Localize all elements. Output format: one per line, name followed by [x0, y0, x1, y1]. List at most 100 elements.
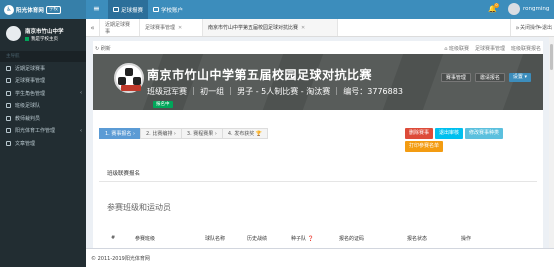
person-icon	[6, 115, 11, 121]
signup-table-header: # 参赛班级 球队名称 历史战绩 种子队 ❓ 报名的证码 报名状态 操作	[107, 235, 527, 244]
step-results[interactable]: 3. 赛程赛果 ›	[180, 128, 223, 139]
grid-icon	[6, 128, 11, 134]
home-icon	[153, 7, 160, 12]
close-icon[interactable]: ✕	[301, 25, 305, 31]
exit-review-button[interactable]: 退出审核	[435, 128, 464, 139]
event-title: 南京市竹山中学第五届校园足球对抗比赛	[147, 68, 373, 82]
sidebar-item-class-teams[interactable]: 班级足球队	[0, 100, 86, 113]
column-header: #	[111, 235, 116, 241]
page-content: ↻ 刷新 ⌂ 班级联赛 足球赛事管理 班级联赛报名 南京市竹山中学第五届校园足球…	[93, 41, 543, 248]
exit-button[interactable]: ↪ 退出	[538, 19, 554, 36]
sidebar-item-label: 学生角色管理	[15, 90, 46, 97]
step-awards[interactable]: 4. 发布获奖 🏆	[221, 128, 269, 139]
delete-event-button[interactable]: 删除赛事	[405, 128, 434, 139]
workflow-steps: 1. 赛事报名 › 2. 比赛编排 › 3. 赛程赛果 › 4. 发布获奖 🏆	[99, 128, 269, 139]
sidebar-item-label: 阳光体育工作管理	[15, 128, 56, 135]
sidebar-item-articles[interactable]: 文章管理	[0, 137, 86, 150]
sidebar-item-sunshine-sports[interactable]: 阳光体育工作管理 ‹	[0, 125, 86, 138]
event-actions: 删除赛事 退出审核 修改赛事种类 打印参赛名单	[405, 128, 535, 152]
column-header: 球队名称	[205, 236, 226, 242]
status-dot-icon	[25, 37, 29, 41]
section-title: 班级联赛报名	[107, 171, 141, 177]
event-subtitle: 班级冠军赛 ｜ 初一组 ｜ 男子 - 5人制比赛 - 淘汰赛 ｜ 编号：3776…	[147, 87, 403, 96]
user-name[interactable]: rongming	[523, 6, 549, 12]
menu-toggle-icon[interactable]: ≡	[93, 4, 100, 14]
column-header: 操作	[461, 236, 472, 242]
settings-dropdown-button[interactable]: 设置 ▾	[508, 73, 531, 82]
flag-icon	[6, 140, 11, 146]
sidebar-item-referees[interactable]: 教师裁判员	[0, 112, 86, 125]
user-icon	[6, 90, 11, 96]
refresh-button[interactable]: ↻ 刷新	[95, 45, 111, 52]
brand-logo[interactable]: ♿ 阳光体育网 学校	[0, 0, 86, 19]
section-subtitle: 参赛班级和运动员	[107, 203, 171, 212]
tab-event-management[interactable]: 足球赛事管理 ✕	[140, 19, 203, 36]
sidebar-item-label: 班级足球队	[15, 103, 41, 110]
footer: © 2011-2019阳光体育网	[86, 248, 554, 267]
sidebar-user-panel: 南京市竹山中学 我是学校主页	[0, 19, 86, 51]
refresh-label: 刷新	[100, 46, 111, 52]
banner-actions: 赛事管理 邀请报名 设置 ▾	[440, 73, 531, 82]
logo-text: 阳光体育网	[16, 7, 45, 14]
column-header: 报名的证码	[339, 236, 365, 242]
tab-current-event[interactable]: 南京市竹山中学第五届校园足球对抗比赛 ✕	[203, 19, 338, 36]
sidebar-item-recent-events[interactable]: 近期足球赛事	[0, 62, 86, 75]
banner-decoration	[382, 54, 444, 110]
page-header: ↻ 刷新 ⌂ 班级联赛 足球赛事管理 班级联赛报名	[93, 41, 543, 54]
column-header: 种子队 ❓	[291, 236, 314, 242]
sidebar-item-label: 文章管理	[15, 140, 36, 147]
sidebar-item-event-management[interactable]: 足球赛事管理	[0, 75, 86, 88]
exit-label: 退出	[541, 25, 552, 31]
sidebar-item-label: 近期足球赛事	[15, 65, 46, 72]
banner-decoration	[502, 54, 543, 110]
step-signup[interactable]: 1. 赛事报名 ›	[99, 128, 141, 139]
school-avatar	[6, 26, 21, 41]
breadcrumb: ⌂ 班级联赛 足球赛事管理 班级联赛报名	[444, 45, 541, 52]
nav-school-account[interactable]: 学校账户	[148, 0, 188, 19]
copyright-text: © 2011-2019阳光体育网	[91, 256, 150, 262]
column-header: 报名状态	[407, 236, 428, 242]
breadcrumb-class-league[interactable]: ⌂ 班级联赛	[444, 45, 469, 52]
sidebar-item-student-roles[interactable]: 学生角色管理 ‹	[0, 87, 86, 100]
flag-icon	[113, 7, 119, 12]
nav-football-events[interactable]: 足球报赛	[108, 0, 149, 19]
column-header: 参赛班级	[135, 236, 156, 242]
top-nav: 足球报赛 学校账户	[108, 0, 188, 19]
tab-label: 足球赛事管理	[145, 25, 176, 31]
sidebar-item-label: 足球赛事管理	[15, 78, 46, 85]
school-name: 南京市竹山中学	[25, 29, 64, 35]
status-badge: 报名中	[153, 101, 173, 108]
tab-recent-events[interactable]: 近期足球赛事	[100, 19, 140, 36]
change-event-type-button[interactable]: 修改赛事种类	[465, 128, 504, 139]
school-status: 我是学校主页	[25, 36, 58, 42]
sidebar-item-label: 教师裁判员	[15, 115, 41, 122]
close-icon[interactable]: ✕	[178, 25, 182, 31]
status-text: 我是学校主页	[31, 37, 58, 42]
event-manage-button[interactable]: 赛事管理	[440, 73, 471, 82]
step-arrange[interactable]: 2. 比赛编排 ›	[139, 128, 182, 139]
tab-label: 南京市竹山中学第五届校园足球对抗比赛	[208, 25, 299, 31]
flag-icon	[6, 65, 11, 71]
sidebar-header: 主导航	[0, 51, 86, 62]
invite-signup-button[interactable]: 邀请报名	[474, 73, 505, 82]
tab-scroll-left-icon[interactable]: «	[86, 19, 100, 36]
print-roster-button[interactable]: 打印参赛名单	[405, 141, 444, 152]
breadcrumb-label: 班级联赛	[448, 46, 469, 52]
breadcrumb-event-management[interactable]: 足球赛事管理	[475, 45, 505, 52]
logo-badge: 学校	[46, 5, 62, 14]
logo-icon: ♿	[4, 4, 14, 15]
sidebar: 南京市竹山中学 我是学校主页 主导航 近期足球赛事 足球赛事管理 学生角色管理 …	[0, 19, 86, 267]
column-header: 历史战绩	[247, 236, 268, 242]
tab-label: 近期足球赛事	[105, 21, 131, 35]
top-navbar: ♿ 阳光体育网 学校 ≡ 足球报赛 学校账户 🔔 0 rongming	[0, 0, 554, 19]
notification-count: 0	[494, 3, 499, 8]
divider	[99, 181, 537, 182]
user-avatar[interactable]	[508, 3, 520, 15]
football-icon	[114, 63, 144, 93]
scrollbar-thumb[interactable]	[550, 44, 553, 70]
flag-icon	[6, 78, 11, 84]
nav-label: 足球报赛	[121, 7, 144, 14]
nav-label: 学校账户	[161, 7, 184, 14]
breadcrumb-league-signup[interactable]: 班级联赛报名	[511, 45, 541, 52]
content-tab-bar: « 近期足球赛事 足球赛事管理 ✕ 南京市竹山中学第五届校园足球对抗比赛 ✕ »…	[86, 19, 554, 37]
